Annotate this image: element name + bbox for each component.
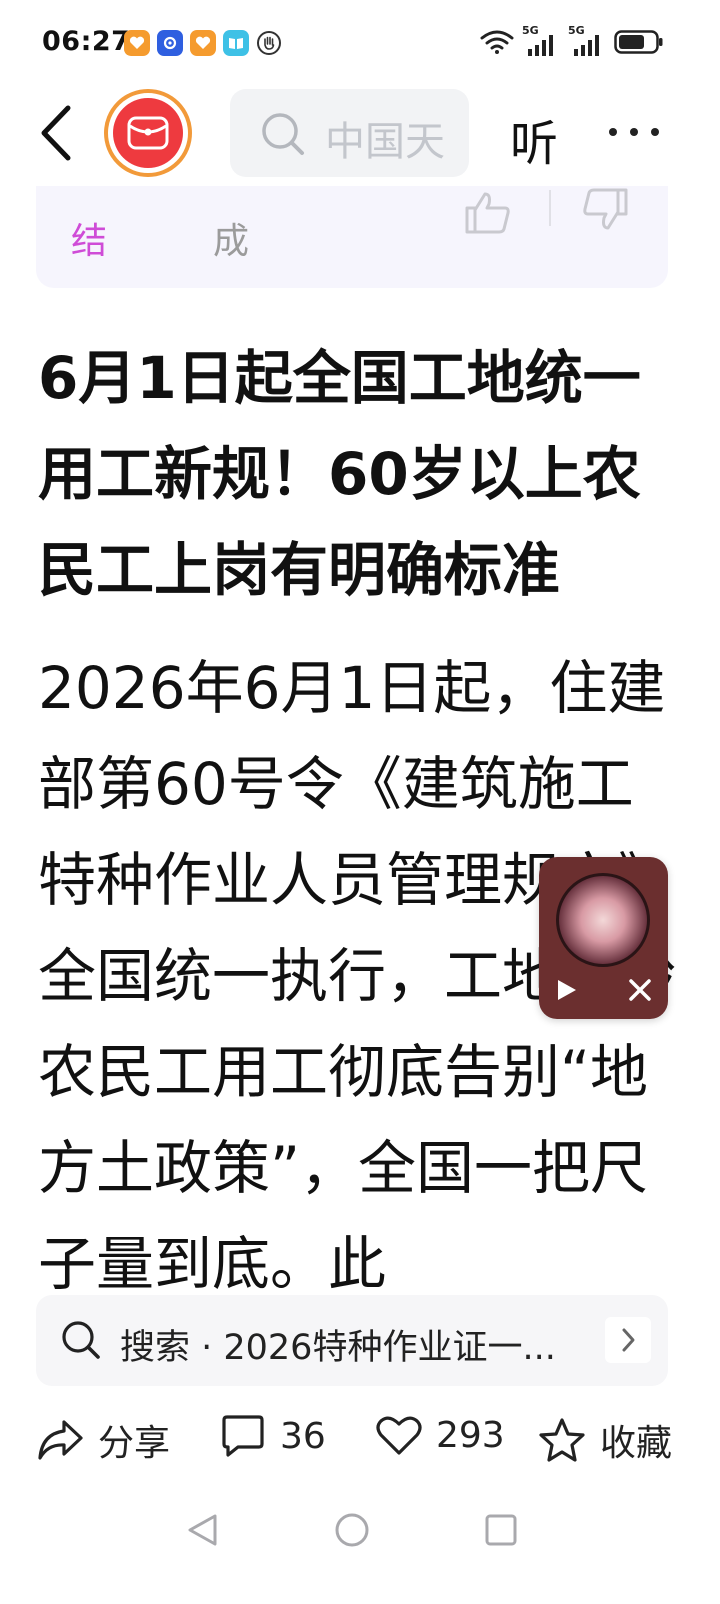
summary-label: 结 <box>71 221 108 262</box>
comment-button[interactable]: 36 <box>220 1414 326 1458</box>
signal-icon-2: 5G <box>568 24 606 56</box>
hand-icon <box>256 30 282 56</box>
share-button[interactable]: 分享 <box>36 1414 170 1466</box>
related-search-text: 搜索 · 2026特种作业证一... <box>120 1328 556 1368</box>
vote-divider <box>549 190 551 226</box>
summary-text: 成 <box>213 221 250 262</box>
thumbs-up-icon[interactable] <box>461 190 513 234</box>
like-count: 293 <box>436 1414 505 1456</box>
share-icon <box>38 1420 83 1460</box>
status-app-icons <box>124 30 282 56</box>
search-placeholder: 中国天 <box>325 119 445 165</box>
back-arrow-icon[interactable] <box>34 100 84 166</box>
red-envelope-icon <box>113 98 183 168</box>
comment-icon <box>222 1415 264 1457</box>
heart-app-icon <box>124 30 150 56</box>
author-avatar[interactable] <box>104 89 192 177</box>
status-indicators: 5G 5G <box>480 24 664 56</box>
nav-back-icon[interactable] <box>185 1512 219 1548</box>
wifi-icon <box>480 30 514 54</box>
heart-app-icon-2 <box>190 30 216 56</box>
favorite-button[interactable]: 收藏 <box>538 1414 672 1466</box>
share-label: 分享 <box>98 1423 171 1464</box>
star-icon <box>539 1418 585 1462</box>
thumbs-down-icon[interactable] <box>580 188 632 234</box>
related-search-bar[interactable]: 搜索 · 2026特种作业证一... <box>36 1295 668 1386</box>
play-icon[interactable] <box>553 977 579 1003</box>
search-input[interactable]: 中国天 <box>230 89 469 177</box>
status-bar: 06:27 5G 5G <box>0 0 720 86</box>
favorite-label: 收藏 <box>600 1423 673 1464</box>
flower-app-icon <box>157 30 183 56</box>
status-time: 06:27 <box>42 26 131 57</box>
article-page: 06:27 5G 5G 结 成 中国天 听 6月1日起全国工地统一用工新规！60… <box>0 0 720 1604</box>
album-cover-disc[interactable] <box>556 873 650 967</box>
battery-icon <box>614 30 663 54</box>
music-mini-player[interactable] <box>539 857 668 1019</box>
chevron-right-icon[interactable] <box>605 1317 651 1363</box>
book-app-icon <box>223 30 249 56</box>
nav-home-icon[interactable] <box>334 1512 370 1548</box>
top-nav-bar: 中国天 听 <box>0 86 720 186</box>
like-button[interactable]: 293 <box>376 1414 505 1456</box>
article-action-bar: 分享 36 293 收藏 <box>0 1406 720 1476</box>
comment-count: 36 <box>280 1415 326 1457</box>
search-icon <box>262 113 304 155</box>
search-icon <box>62 1321 100 1359</box>
article-title: 6月1日起全国工地统一用工新规！60岁以上农民工上岗有明确标准 <box>38 344 641 604</box>
listen-button[interactable]: 听 <box>510 104 558 174</box>
heart-icon <box>376 1416 422 1455</box>
signal-icon: 5G <box>522 24 560 56</box>
system-nav-bar <box>0 1500 720 1560</box>
close-icon[interactable] <box>627 977 653 1003</box>
nav-recents-icon[interactable] <box>484 1513 518 1547</box>
more-options-icon[interactable] <box>609 128 659 136</box>
